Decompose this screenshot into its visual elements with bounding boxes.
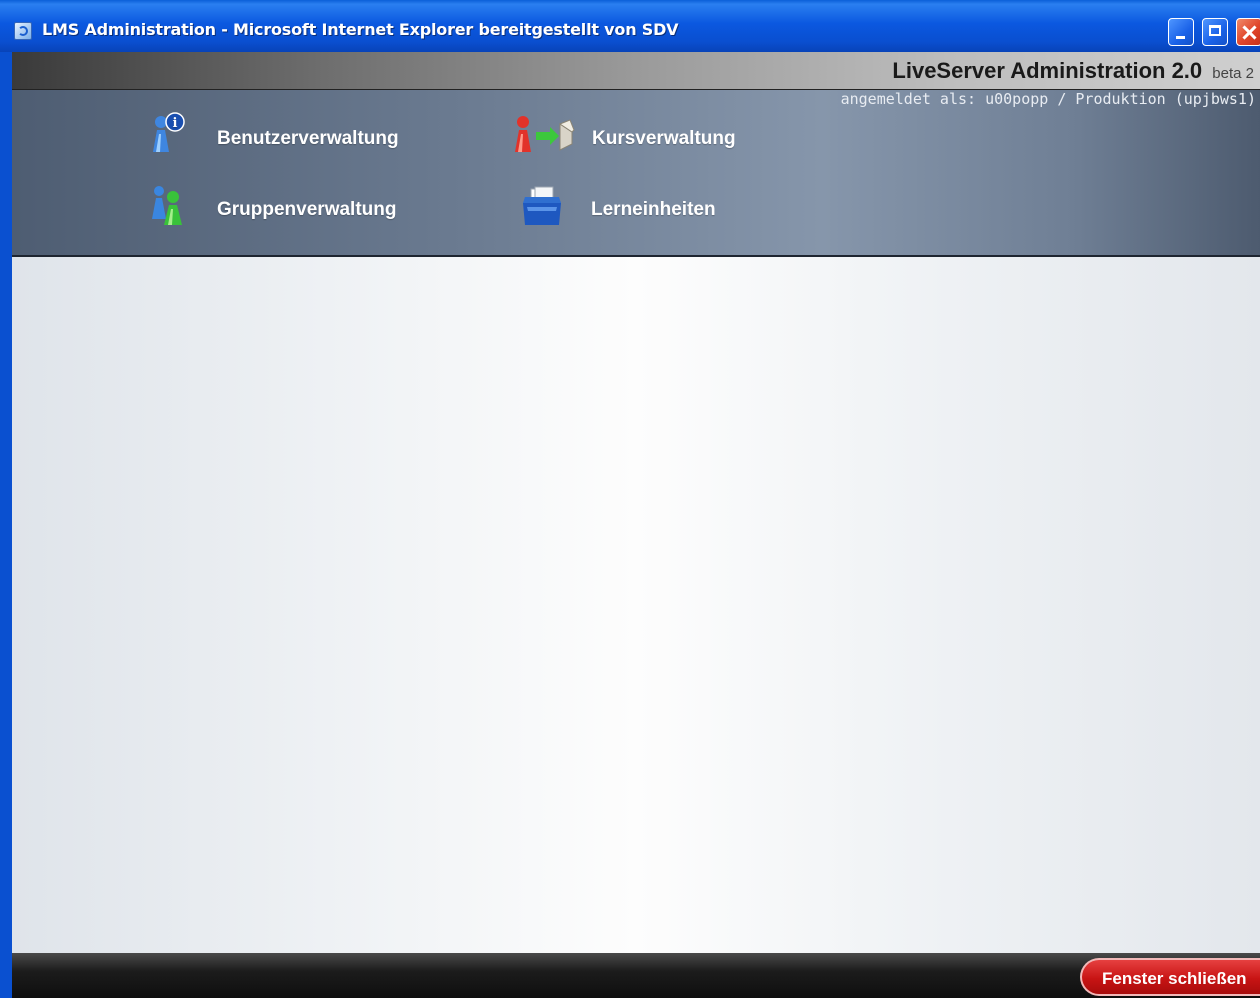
maximize-button[interactable] (1202, 18, 1228, 46)
window-titlebar[interactable]: LMS Administration - Microsoft Internet … (0, 0, 1260, 52)
ie-icon (14, 22, 32, 40)
nav-label: Kursverwaltung (592, 128, 736, 149)
nav-item-gruppenverwaltung[interactable]: Gruppenverwaltung (147, 183, 427, 229)
version-tag: beta 2 (1212, 65, 1254, 82)
close-window-icon[interactable] (1236, 18, 1260, 46)
user-info-icon: i (153, 112, 185, 152)
footer-bar (12, 953, 1260, 998)
learning-units-icon (523, 186, 561, 225)
nav-item-kursverwaltung[interactable]: Kursverwaltung (512, 112, 762, 158)
login-status: angemeldet als: u00popp / Produktion (up… (840, 90, 1256, 108)
nav-item-benutzerverwaltung[interactable]: i Benutzerverwaltung (147, 112, 427, 158)
svg-text:i: i (173, 116, 178, 131)
group-icon (152, 186, 182, 225)
main-content (12, 257, 1260, 953)
nav-label: Benutzerverwaltung (217, 128, 399, 149)
app-title-text: LiveServer Administration 2.0 (892, 58, 1203, 83)
close-window-button[interactable]: Fenster schließen (1080, 958, 1260, 996)
course-icon (515, 116, 575, 152)
nav-label: Lerneinheiten (591, 199, 716, 220)
window-frame (0, 52, 12, 998)
app-title: LiveServer Administration 2.0 beta 2 (892, 58, 1254, 84)
minimize-button[interactable] (1168, 18, 1194, 46)
nav-item-lerneinheiten[interactable]: Lerneinheiten (515, 183, 755, 229)
app-topbar: LiveServer Administration 2.0 beta 2 (12, 52, 1260, 90)
app-header: angemeldet als: u00popp / Produktion (up… (12, 90, 1260, 257)
nav-label: Gruppenverwaltung (217, 199, 397, 220)
window-title: LMS Administration - Microsoft Internet … (42, 20, 679, 39)
